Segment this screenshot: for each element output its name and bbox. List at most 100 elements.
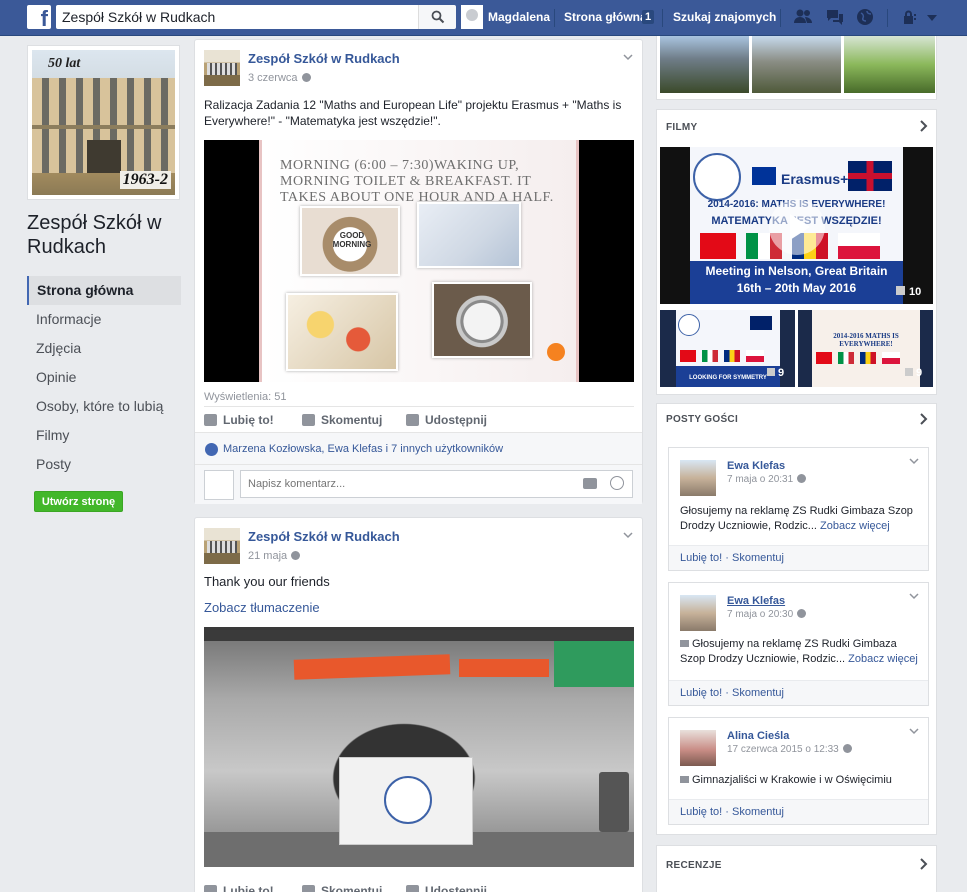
featured-video[interactable]: Erasmus+ 2014-2016: MATHS IS EVERYWHERE!… — [660, 147, 933, 304]
comment-input[interactable] — [240, 470, 633, 498]
chevron-right-icon[interactable] — [920, 858, 928, 870]
camera-icon[interactable] — [583, 478, 597, 489]
post-photo[interactable] — [204, 627, 634, 867]
project-logo — [693, 153, 741, 201]
comment-icon — [302, 414, 315, 426]
audience-icon — [797, 609, 807, 618]
post-options-chevron-icon[interactable] — [909, 456, 919, 466]
comment-link[interactable]: Skomentuj — [732, 806, 784, 818]
divider — [662, 9, 663, 27]
like-icon — [204, 414, 217, 426]
like-link[interactable]: Lubię to! — [680, 687, 722, 699]
like-button[interactable]: Lubię to! — [204, 413, 274, 427]
guest-avatar[interactable] — [680, 460, 716, 496]
likers-summary[interactable]: Marzena Kozłowska, Ewa Klefas i 7 innych… — [223, 443, 503, 455]
post-video[interactable]: MORNING (6:00 – 7:30)WAKING UP, MORNING … — [204, 140, 634, 382]
page-title[interactable]: Zespół Szkół w Rudkach — [27, 211, 187, 259]
like-link[interactable]: Lubię to! — [680, 552, 722, 564]
home-badge: 1 — [642, 10, 654, 24]
reviews-title[interactable]: RECENZJE — [666, 860, 722, 871]
comment-link[interactable]: Skomentuj — [732, 552, 784, 564]
home-link[interactable]: Strona główna — [564, 10, 647, 24]
guest-author[interactable]: Ewa Klefas — [727, 595, 785, 607]
videos-section: FILMY Erasmus+ 2014-2016: MATHS IS EVERY… — [656, 109, 937, 395]
search-input[interactable] — [56, 5, 418, 29]
messages-icon[interactable] — [825, 8, 845, 26]
videos-title[interactable]: FILMY — [666, 122, 698, 133]
search-button[interactable] — [418, 5, 456, 29]
comment-button[interactable]: Skomentuj — [302, 413, 382, 427]
user-avatar[interactable] — [461, 5, 483, 29]
facebook-logo-icon[interactable]: f — [27, 5, 51, 29]
share-button[interactable]: Udostępnij — [406, 413, 487, 427]
guest-author[interactable]: Alina Cieśla — [727, 730, 789, 742]
video-thumbnail[interactable]: LOOKING FOR SYMMETRY 9 — [660, 310, 795, 387]
post-author-avatar[interactable] — [204, 528, 240, 564]
friend-requests-icon[interactable] — [793, 8, 813, 26]
video-indicator — [547, 343, 565, 361]
comment-button[interactable]: Skomentuj — [302, 884, 382, 892]
post-author[interactable]: Zespół Szkół w Rudkach — [248, 51, 400, 66]
chevron-right-icon[interactable] — [920, 413, 928, 425]
guest-avatar[interactable] — [680, 595, 716, 631]
share-icon — [406, 414, 419, 426]
public-globe-icon — [291, 551, 301, 560]
breakfast-image — [286, 293, 398, 371]
post-author-avatar[interactable] — [204, 50, 240, 86]
guest-post-date[interactable]: 7 maja o 20:31 — [727, 474, 807, 485]
post-author[interactable]: Zespół Szkół w Rudkach — [248, 529, 400, 544]
nav-item-videos[interactable]: Filmy — [27, 421, 181, 450]
profile-link[interactable]: Magdalena — [488, 10, 550, 24]
page-profile-photo[interactable]: 50 lat 1963-2 — [27, 45, 180, 200]
see-more-link[interactable]: Zobacz więcej — [848, 653, 918, 665]
see-translation-link[interactable]: Zobacz tłumaczenie — [204, 600, 320, 616]
comment-link[interactable]: Skomentuj — [732, 687, 784, 699]
video-thumbnail[interactable]: 2014-2016 MATHS IS EVERYWHERE! 9 — [798, 310, 933, 387]
guest-post-date[interactable]: 17 czerwca 2015 o 12:33 — [727, 744, 852, 755]
nav-item-reviews[interactable]: Opinie — [27, 363, 181, 392]
guest-post-date[interactable]: 7 maja o 20:30 — [727, 609, 807, 620]
photo-thumbnail[interactable] — [752, 36, 841, 93]
post-date[interactable]: 21 maja — [248, 550, 301, 562]
post-text: Ralizacja Zadania 12 "Maths and European… — [204, 98, 622, 128]
post-options-chevron-icon[interactable] — [623, 52, 633, 62]
emoji-icon[interactable] — [610, 476, 624, 490]
eu-flag-icon — [752, 167, 776, 185]
like-button[interactable]: Lubię to! — [204, 884, 274, 892]
nav-item-home[interactable]: Strona główna — [27, 276, 181, 305]
guest-posts-section: POSTY GOŚCI Ewa Klefas 7 maja o 20:31 Gł… — [656, 403, 937, 835]
photo-thumbnail[interactable] — [844, 36, 935, 93]
guest-post-text: Głosujemy na reklamę ZS Rudki Gimbaza Sz… — [680, 505, 913, 532]
create-page-button[interactable]: Utwórz stronę — [34, 491, 123, 512]
privacy-lock-icon[interactable] — [901, 8, 921, 26]
photo-thumbnail[interactable] — [660, 36, 749, 93]
play-button[interactable] — [769, 199, 825, 255]
notifications-globe-icon[interactable] — [855, 8, 875, 26]
slide-caption: MORNING (6:00 – 7:30)WAKING UP, MORNING … — [280, 158, 554, 205]
post-options-chevron-icon[interactable] — [623, 530, 633, 540]
share-button[interactable]: Udostępnij — [406, 884, 487, 892]
chevron-right-icon[interactable] — [920, 120, 928, 132]
profile-photo-caption-top: 50 lat — [48, 56, 81, 71]
page-navigation: Strona główna Informacje Zdjęcia Opinie … — [27, 276, 181, 479]
video-frame: MORNING (6:00 – 7:30)WAKING UP, MORNING … — [259, 140, 579, 382]
profile-photo-caption-bottom: 1963-2 — [119, 171, 171, 189]
nav-item-posts[interactable]: Posty — [27, 450, 181, 479]
nav-item-about[interactable]: Informacje — [27, 305, 181, 334]
like-link[interactable]: Lubię to! — [680, 806, 722, 818]
account-menu-chevron-icon[interactable] — [925, 8, 939, 26]
guest-post-actions: Lubię to! · Skomentuj — [669, 680, 928, 705]
guest-author[interactable]: Ewa Klefas — [727, 460, 785, 472]
nav-item-photos[interactable]: Zdjęcia — [27, 334, 181, 363]
guest-posts-title[interactable]: POSTY GOŚCI — [666, 414, 738, 425]
nav-item-likes[interactable]: Osoby, które to lubią — [27, 392, 181, 421]
post-date[interactable]: 3 czerwca — [248, 72, 311, 84]
turkey-flag-icon — [700, 233, 736, 259]
see-more-link[interactable]: Zobacz więcej — [820, 520, 890, 532]
divider — [554, 9, 555, 27]
comment-icon — [302, 885, 315, 892]
guest-avatar[interactable] — [680, 730, 716, 766]
post-options-chevron-icon[interactable] — [909, 591, 919, 601]
find-friends-link[interactable]: Szukaj znajomych — [673, 10, 776, 24]
post-options-chevron-icon[interactable] — [909, 726, 919, 736]
